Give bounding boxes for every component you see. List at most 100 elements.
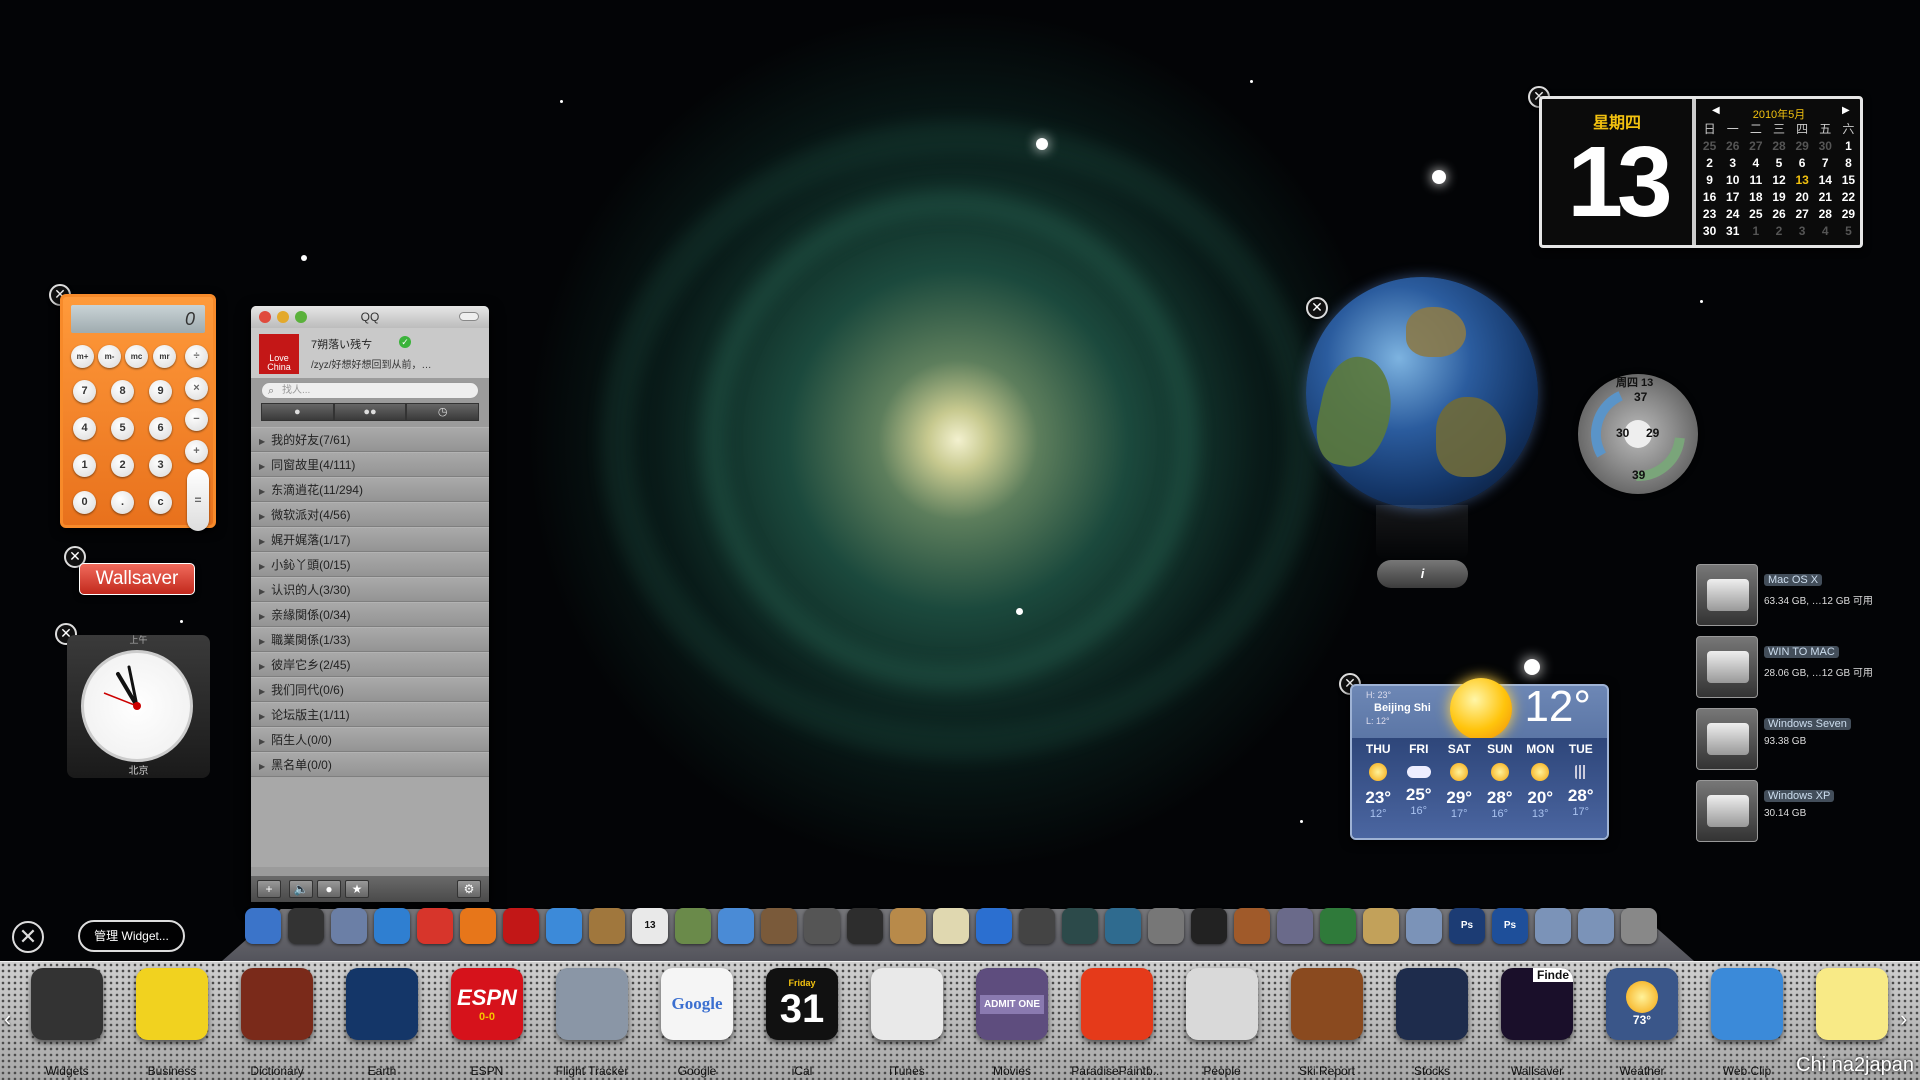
- calendar-date-cell[interactable]: 13: [1791, 172, 1814, 189]
- garageband-icon[interactable]: [890, 908, 926, 944]
- manage-widgets-button[interactable]: 管理 Widget...: [78, 920, 185, 952]
- calc-key-1[interactable]: 1: [73, 454, 96, 477]
- calc-key-plus[interactable]: +: [185, 440, 208, 463]
- dashboard-close-button[interactable]: ✕: [12, 921, 44, 953]
- calendar-date-cell[interactable]: 25: [1698, 138, 1721, 155]
- calendar-date-cell[interactable]: 29: [1837, 206, 1860, 223]
- settings-gear-icon[interactable]: ⚙: [457, 880, 481, 898]
- calendar-date-cell[interactable]: 22: [1837, 189, 1860, 206]
- address-book-icon[interactable]: [589, 908, 625, 944]
- calc-key-9[interactable]: 9: [149, 380, 172, 403]
- contact-group-row[interactable]: ▶ 職業関係(1/33): [251, 627, 489, 652]
- widget-bar-item[interactable]: ESPN 0-0 ESPN: [435, 968, 539, 1080]
- widget-bar-item[interactable]: Dictionary: [225, 968, 329, 1080]
- iphoto-icon[interactable]: [675, 908, 711, 944]
- calendar-date-cell[interactable]: 11: [1744, 172, 1767, 189]
- applications-folder-icon[interactable]: [1406, 908, 1442, 944]
- opera-icon[interactable]: [503, 908, 539, 944]
- calendar-date-cell[interactable]: 6: [1791, 155, 1814, 172]
- widget-bar-item[interactable]: People: [1170, 968, 1274, 1080]
- tab-groups-icon[interactable]: ●●: [333, 403, 407, 421]
- contact-group-row[interactable]: ▶ 我的好友(7/61): [251, 427, 489, 452]
- calendar-date-cell[interactable]: 1: [1837, 138, 1860, 155]
- record-icon[interactable]: ●: [317, 880, 341, 898]
- calendar-date-cell[interactable]: 18: [1744, 189, 1767, 206]
- image-capture-icon[interactable]: [761, 908, 797, 944]
- tab-contacts-icon[interactable]: ●: [261, 403, 334, 421]
- contact-group-row[interactable]: ▶ 陌生人(0/0): [251, 727, 489, 752]
- calendar-date-cell[interactable]: 29: [1791, 138, 1814, 155]
- calc-key-5[interactable]: 5: [111, 417, 134, 440]
- contact-group-row[interactable]: ▶ 小鈊丫頭(0/15): [251, 552, 489, 577]
- calc-key-2[interactable]: 2: [111, 454, 134, 477]
- calc-key-3[interactable]: 3: [149, 454, 172, 477]
- calendar-date-cell[interactable]: 25: [1744, 206, 1767, 223]
- calc-key-clear[interactable]: c: [149, 491, 172, 514]
- calendar-date-cell[interactable]: 26: [1767, 206, 1790, 223]
- textedit-icon[interactable]: [933, 908, 969, 944]
- tab-recent-icon[interactable]: ◷: [406, 403, 480, 421]
- calendar-date-cell[interactable]: 12: [1767, 172, 1790, 189]
- itunes-icon[interactable]: [718, 908, 754, 944]
- widget-bar-item[interactable]: Earth: [330, 968, 434, 1080]
- calc-key-mplus[interactable]: m+: [71, 345, 94, 368]
- keynote-icon[interactable]: [1234, 908, 1270, 944]
- qq-search-input[interactable]: ⌕ 找人...: [261, 382, 479, 399]
- calendar-date-cell[interactable]: 5: [1837, 223, 1860, 240]
- calendar-date-cell[interactable]: 8: [1837, 155, 1860, 172]
- calendar-date-cell[interactable]: 2: [1698, 155, 1721, 172]
- calendar-date-cell[interactable]: 10: [1721, 172, 1744, 189]
- calendar-date-cell[interactable]: 20: [1791, 189, 1814, 206]
- preview-icon[interactable]: [331, 908, 367, 944]
- scroll-left-icon[interactable]: ‹: [4, 1006, 11, 1032]
- quicktime-icon[interactable]: [976, 908, 1012, 944]
- contact-group-row[interactable]: ▶ 论坛版主(1/11): [251, 702, 489, 727]
- calendar-date-cell[interactable]: 3: [1721, 155, 1744, 172]
- calc-key-decimal[interactable]: .: [111, 491, 134, 514]
- drive-item[interactable]: WIN TO MAC 28.06 GB, …12 GB 可用: [1694, 634, 1894, 700]
- calendar-date-cell[interactable]: 24: [1721, 206, 1744, 223]
- calendar-date-cell[interactable]: 17: [1721, 189, 1744, 206]
- calendar-date-cell[interactable]: 4: [1744, 155, 1767, 172]
- contact-group-row[interactable]: ▶ 认识的人(3/30): [251, 577, 489, 602]
- calendar-date-cell[interactable]: 4: [1814, 223, 1837, 240]
- calendar-date-cell[interactable]: 28: [1767, 138, 1790, 155]
- calc-key-divide[interactable]: ÷: [185, 345, 208, 368]
- calendar-date-cell[interactable]: 3: [1791, 223, 1814, 240]
- toolbar-toggle-button[interactable]: [459, 312, 479, 321]
- trash-icon[interactable]: [1621, 908, 1657, 944]
- calc-key-mr[interactable]: mr: [153, 345, 176, 368]
- widget-bar-item[interactable]: 73° Weather: [1590, 968, 1694, 1080]
- contact-group-row[interactable]: ▶ 娓开娓落(1/17): [251, 527, 489, 552]
- calendar-date-cell[interactable]: 30: [1814, 138, 1837, 155]
- dvd-player-icon[interactable]: [847, 908, 883, 944]
- ichat-icon[interactable]: [546, 908, 582, 944]
- widget-bar-item[interactable]: Widgets: [15, 968, 119, 1080]
- calc-key-4[interactable]: 4: [73, 417, 96, 440]
- time-machine-icon[interactable]: [1062, 908, 1098, 944]
- calc-key-8[interactable]: 8: [111, 380, 134, 403]
- widget-bar-item[interactable]: Business: [120, 968, 224, 1080]
- chrome-icon[interactable]: [417, 908, 453, 944]
- calendar-date-cell[interactable]: 2: [1767, 223, 1790, 240]
- widget-bar-item[interactable]: Friday 31 iCal: [750, 968, 854, 1080]
- documents-folder-icon[interactable]: [1535, 908, 1571, 944]
- earth-info-button[interactable]: i: [1377, 560, 1468, 588]
- dashboard-icon[interactable]: [288, 908, 324, 944]
- qq-titlebar[interactable]: QQ: [251, 306, 489, 328]
- contact-group-row[interactable]: ▶ 亲緣関係(0/34): [251, 602, 489, 627]
- drive-item[interactable]: Windows Seven 93.38 GB: [1694, 706, 1894, 772]
- widget-bar-item[interactable]: Finde Wallsaver: [1485, 968, 1589, 1080]
- widget-bar-item[interactable]: Flight Tracker: [540, 968, 644, 1080]
- firefox-icon[interactable]: [460, 908, 496, 944]
- online-status-icon[interactable]: ✓: [399, 336, 411, 348]
- calendar-date-cell[interactable]: 5: [1767, 155, 1790, 172]
- contact-group-row[interactable]: ▶ 微软派对(4/56): [251, 502, 489, 527]
- calendar-date-cell[interactable]: 31: [1721, 223, 1744, 240]
- calendar-date-cell[interactable]: 9: [1698, 172, 1721, 189]
- system-preferences-icon[interactable]: [1148, 908, 1184, 944]
- widget-bar-item[interactable]: Stocks: [1380, 968, 1484, 1080]
- calendar-date-cell[interactable]: 19: [1767, 189, 1790, 206]
- widget-bar-item[interactable]: ADMIT ONE Movies: [960, 968, 1064, 1080]
- calc-key-6[interactable]: 6: [149, 417, 172, 440]
